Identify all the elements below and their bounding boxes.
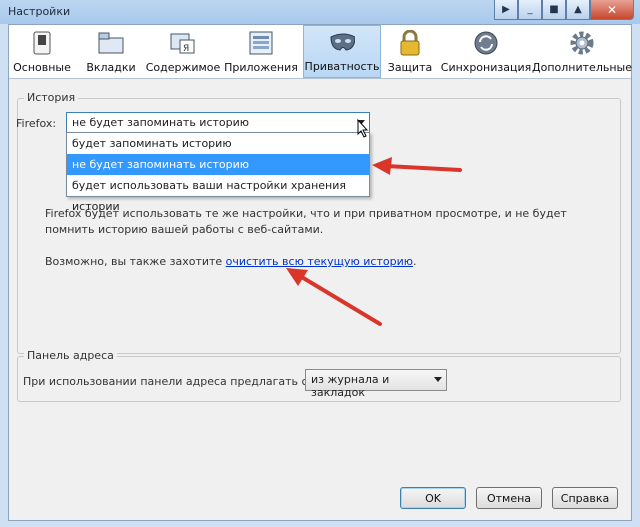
annotation-layer xyxy=(286,118,462,326)
annotation-arrow-icon xyxy=(372,157,462,175)
annotation-arrow-icon xyxy=(286,268,382,326)
mouse-cursor-icon xyxy=(357,118,369,138)
preferences-window: Настройки ▶ _ ■ ▲ ✕ Основные Вкладки Я С… xyxy=(0,0,640,527)
